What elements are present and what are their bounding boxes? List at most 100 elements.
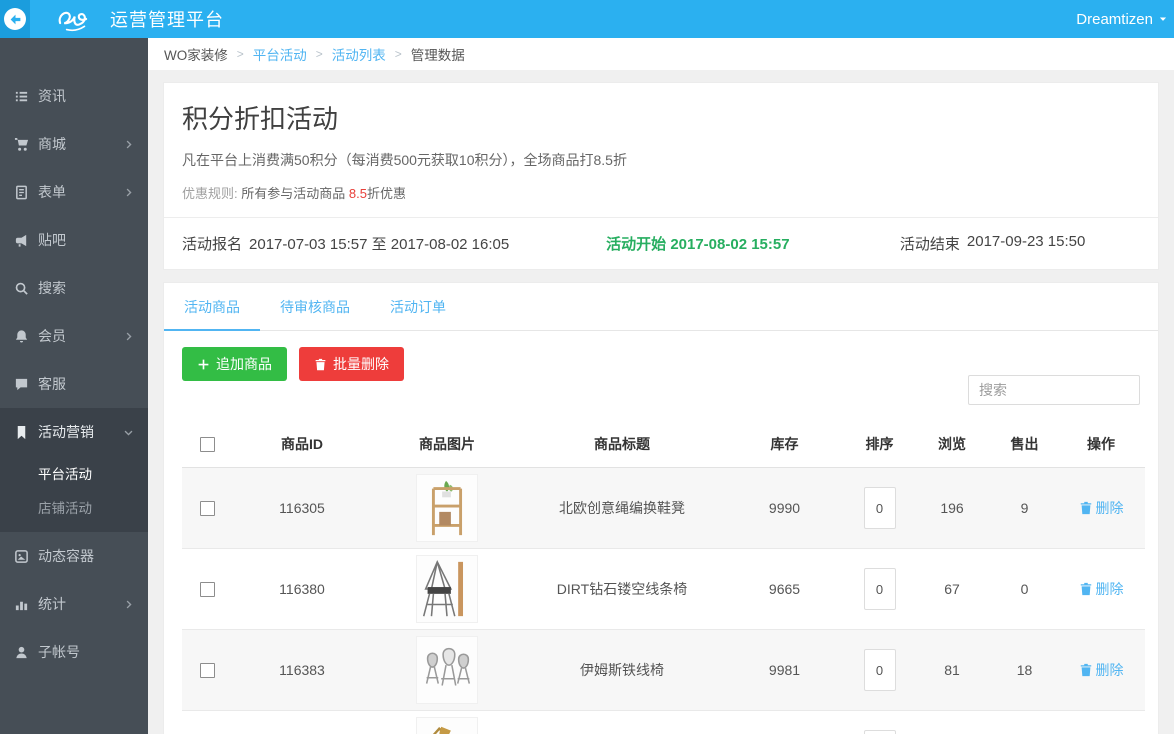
row-checkbox[interactable] [199, 501, 215, 517]
activity-description: 凡在平台上消费满50积分（每消费500元获取10积分），全场商品打8.5折 [182, 152, 627, 168]
app-title: 运营管理平台 [110, 10, 224, 30]
user-menu[interactable]: Dreamtizen [1076, 11, 1168, 28]
select-all-checkbox[interactable] [199, 437, 215, 453]
user-icon [14, 645, 29, 660]
breadcrumb-item-manage-data: 管理数据 [410, 48, 465, 63]
col-header-sold: 售出 [992, 421, 1057, 468]
table-row: 116380 DIRT钻石镂空线条椅 9665 67 0 删除 [182, 548, 1145, 630]
cart-icon [14, 137, 29, 152]
sidebar-item-members[interactable]: 会员 [0, 312, 148, 360]
sidebar-item-label: 会员 [38, 328, 66, 344]
delete-link[interactable]: 删除 [1079, 579, 1124, 599]
sidebar-item-label: 活动营销 [38, 424, 94, 440]
row-checkbox[interactable] [199, 663, 215, 679]
products-card: 活动商品 待审核商品 活动订单 追加商品 批量删除 搜索 商品ID 商品图片 商… [163, 282, 1159, 734]
delete-label: 删除 [1095, 500, 1124, 516]
product-image [416, 717, 478, 734]
sidebar-item-forum[interactable]: 贴吧 [0, 216, 148, 264]
chevron-right-icon [123, 331, 134, 342]
sidebar-item-statistics[interactable]: 统计 [0, 580, 148, 628]
sort-input[interactable] [863, 487, 896, 529]
col-header-product-image: 商品图片 [372, 421, 522, 468]
product-stock: 9990 [722, 467, 847, 549]
product-image [416, 636, 478, 704]
caret-down-icon [1158, 14, 1168, 24]
list-icon [14, 89, 29, 104]
product-sold: 18 [992, 629, 1057, 711]
product-stock: 9981 [722, 629, 847, 711]
sidebar-item-label: 表单 [38, 184, 66, 200]
sidebar-item-subaccount[interactable]: 子帐号 [0, 628, 148, 676]
sidebar-item-marketing[interactable]: 活动营销 [0, 408, 148, 456]
sort-input[interactable] [863, 568, 896, 610]
rules-discount-value: 8.5 [348, 186, 367, 201]
trash-icon [1079, 663, 1093, 677]
tab-activity-orders[interactable]: 活动订单 [370, 283, 466, 331]
tab-activity-products[interactable]: 活动商品 [164, 283, 260, 331]
activity-rules: 优惠规则: 所有参与活动商品 8.5折优惠 [182, 183, 1140, 202]
bell-icon [14, 329, 29, 344]
rules-suffix: 折优惠 [366, 186, 406, 201]
table-row: 116383 伊姆斯铁线椅 9981 81 18 删除 [182, 629, 1145, 711]
table-header-row: 商品ID 商品图片 商品标题 库存 排序 浏览 售出 操作 [182, 421, 1145, 468]
start-time: 活动开始 2017-08-02 15:57 [550, 233, 845, 254]
product-image [416, 474, 478, 542]
page-title: 积分折扣活动 [182, 104, 339, 134]
row-checkbox[interactable] [199, 582, 215, 598]
activity-card: 积分折扣活动 凡在平台上消费满50积分（每消费500元获取10积分），全场商品打… [163, 82, 1159, 270]
product-stock: 9665 [722, 548, 847, 630]
breadcrumb-item-activity-list[interactable]: 活动列表 [332, 44, 386, 64]
product-id: 116255 [232, 710, 372, 734]
product-sold: 0 [992, 548, 1057, 630]
col-header-product-title: 商品标题 [522, 421, 722, 468]
breadcrumb-item-platform-activity[interactable]: 平台活动 [253, 44, 307, 64]
sidebar-subitem-label: 平台活动 [38, 467, 92, 482]
sidebar-item-service[interactable]: 客服 [0, 360, 148, 408]
sidebar: 资讯 商城 表单 贴吧 搜索 会员 客服 活动营销 平台活动 店铺活动 动态容器… [0, 38, 148, 734]
sidebar-item-container[interactable]: 动态容器 [0, 532, 148, 580]
batch-delete-label: 批量删除 [333, 356, 389, 372]
delete-label: 删除 [1095, 662, 1124, 678]
col-header-stock: 库存 [722, 421, 847, 468]
sidebar-item-news[interactable]: 资讯 [0, 72, 148, 120]
search-icon [14, 281, 29, 296]
sidebar-item-label: 客服 [38, 376, 66, 392]
sidebar-subitem-platform-activity[interactable]: 平台活动 [0, 456, 148, 490]
product-title: 应用公园至尊VIP付款 [522, 710, 722, 734]
product-id: 116383 [232, 629, 372, 711]
sort-input[interactable] [863, 730, 896, 734]
sidebar-item-forms[interactable]: 表单 [0, 168, 148, 216]
sidebar-item-label: 贴吧 [38, 232, 66, 248]
sort-input[interactable] [863, 649, 896, 691]
batch-delete-button[interactable]: 批量删除 [299, 347, 404, 381]
sidebar-item-label: 资讯 [38, 88, 66, 104]
tab-pending-products[interactable]: 待审核商品 [260, 283, 370, 331]
delete-link[interactable]: 删除 [1079, 498, 1124, 518]
add-product-label: 追加商品 [216, 356, 272, 372]
delete-link[interactable]: 删除 [1079, 660, 1124, 680]
activity-dates-row: 活动报名 2017-07-03 15:57 至 2017-08-02 16:05… [164, 217, 1158, 269]
table-row: 116305 北欧创意绳编换鞋凳 9990 196 9 删除 [182, 467, 1145, 549]
product-id: 116305 [232, 467, 372, 549]
product-views: 196 [912, 467, 992, 549]
toolbar: 追加商品 批量删除 [164, 331, 1158, 405]
sidebar-subitem-shop-activity[interactable]: 店铺活动 [0, 490, 148, 524]
chevron-right-icon [123, 187, 134, 198]
add-product-button[interactable]: 追加商品 [182, 347, 287, 381]
chat-icon [14, 377, 29, 392]
sidebar-item-mall[interactable]: 商城 [0, 120, 148, 168]
product-views: 350 [912, 710, 992, 734]
start-label: 活动开始 [606, 236, 667, 253]
product-title: 伊姆斯铁线椅 [522, 629, 722, 711]
sidebar-subitem-label: 店铺活动 [38, 501, 92, 516]
back-button[interactable] [0, 0, 30, 38]
sidebar-item-search[interactable]: 搜索 [0, 264, 148, 312]
search-input[interactable] [968, 375, 1140, 405]
product-title: DIRT钻石镂空线条椅 [522, 548, 722, 630]
chevron-right-icon [123, 599, 134, 610]
breadcrumb-separator: > [236, 47, 244, 61]
main-content: WO家装修 > 平台活动 > 活动列表 > 管理数据 积分折扣活动 凡在平台上消… [148, 0, 1174, 734]
product-views: 81 [912, 629, 992, 711]
product-image [416, 555, 478, 623]
product-id: 116380 [232, 548, 372, 630]
